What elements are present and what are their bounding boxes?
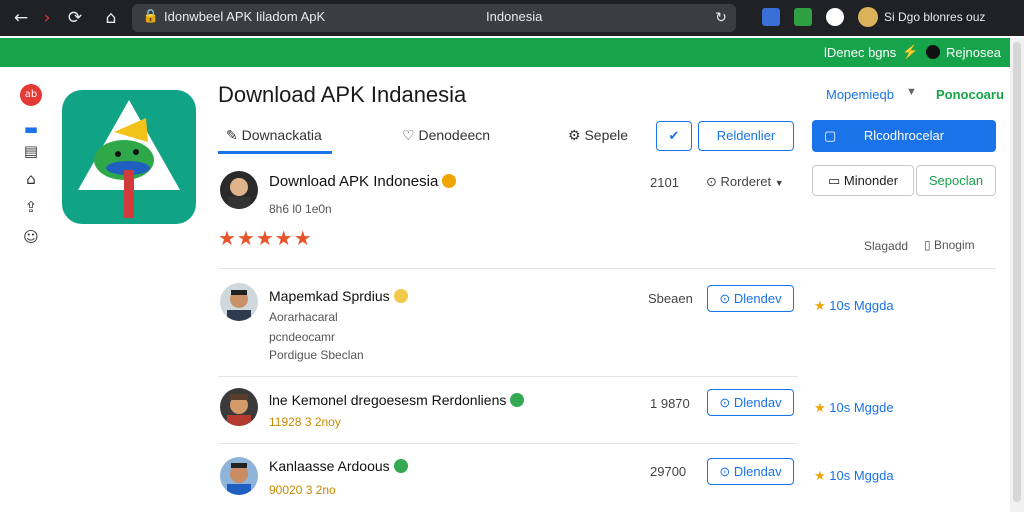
profile-name[interactable]: Si Dgo blonres ouz (884, 10, 985, 24)
upload-icon[interactable]: ⇪ (20, 196, 42, 218)
home-icon[interactable]: ⌂ (100, 7, 122, 29)
emoji-icon[interactable]: ☺ (20, 226, 42, 248)
mail-icon[interactable]: ▬ (20, 118, 42, 140)
row-count: Sbeaen (648, 291, 693, 306)
star-icon: ★ (814, 400, 826, 415)
star-icon: ★ (814, 298, 826, 313)
row-rating: ★ 10s Mggda (814, 298, 894, 313)
divider (218, 268, 996, 269)
home-icon[interactable]: ⌂ (20, 168, 42, 190)
avatar (220, 171, 258, 209)
chat-icon: ▭ (827, 173, 841, 188)
download-row-button[interactable]: ⊙ Dlendav (707, 389, 794, 416)
row-rating: ★ 10s Mggde (814, 400, 894, 415)
sort-select[interactable]: ⊙ Rorderet ▼ (706, 174, 784, 190)
refresh-icon[interactable]: ↻ (710, 7, 732, 29)
download-row-button[interactable]: ⊙ Dlendev (707, 285, 794, 312)
reload-icon[interactable]: ⟳ (64, 7, 86, 29)
clock-icon: ⊙ (706, 174, 717, 189)
badge-icon (393, 289, 408, 303)
header-green-link[interactable]: Ponocoaru (936, 87, 1004, 102)
check-badge-icon (393, 459, 408, 473)
download-icon: ⊙ (719, 291, 731, 306)
stat-left: Slagadd (864, 239, 909, 253)
avatar (220, 283, 258, 321)
check-icon: ✔ (668, 128, 680, 143)
smile-icon (442, 174, 457, 188)
row-sub: Aorarhacaral (269, 310, 338, 324)
download-button[interactable]: ▢ Rlcodhrocelar (812, 120, 996, 152)
row-sub: 11928 3 2noy (269, 415, 341, 429)
lock-icon: 🔒 (142, 9, 160, 24)
chevron-down-icon[interactable]: ▼ (906, 86, 917, 98)
language-select[interactable]: Mopemieqb (826, 87, 894, 102)
featured-count: 2101 (650, 175, 679, 190)
notification-bar: lDenec bgns ⚡ Rejnosea (0, 38, 1010, 67)
avatar (220, 388, 258, 426)
featured-title: Download APK Indonesia (269, 173, 457, 190)
row-count: 29700 (650, 464, 687, 479)
page-title: Download APK Indanesia (218, 82, 467, 107)
reload-button[interactable]: Reldenlier (698, 121, 794, 151)
verify-button[interactable]: ✔ (656, 121, 692, 151)
user-icon (926, 45, 940, 59)
message-icon: ▢ (824, 128, 837, 143)
download-icon: ⊙ (719, 464, 731, 479)
download-icon: ✎ (226, 127, 238, 143)
row-count: 1 9870 (650, 396, 690, 411)
row-rating: ★ 10s Mggda (814, 468, 894, 483)
tab-similar[interactable]: ⚙ Sepele (568, 127, 628, 144)
row-sub: 90020 3 2no (269, 483, 336, 497)
chevron-down-icon: ▼ (774, 178, 784, 188)
app-logo (62, 90, 196, 224)
row-title: Kanlaasse Ardoous (269, 458, 408, 474)
notification-text: lDenec bgns (824, 45, 897, 60)
back-icon[interactable]: ← (10, 7, 32, 29)
url-text[interactable]: Idonwbeel APK Iiladom ApK (164, 9, 325, 24)
download-row-button[interactable]: ⊙ Dlendav (707, 458, 794, 485)
tab-details[interactable]: ♡ Denodeecn (402, 127, 490, 144)
profile-avatar[interactable] (858, 7, 878, 27)
row-title: lne Kemonel dregoesesm Rerdonliens (269, 392, 525, 408)
doc-icon: ▯ (924, 238, 931, 252)
row-sub: pcndeocamr (269, 330, 336, 344)
comment-icon: ♡ (402, 127, 415, 143)
tab-title: Indonesia (486, 9, 543, 24)
extension-icon[interactable] (762, 8, 780, 26)
scrollbar-thumb[interactable] (1013, 42, 1021, 502)
special-button[interactable]: Sepoclan (916, 165, 996, 196)
divider (218, 376, 798, 377)
forward-icon[interactable]: › (36, 7, 58, 29)
browser-toolbar: ← › ⟳ ⌂ 🔒 Idonwbeel APK Iiladom ApK Indo… (0, 0, 1024, 36)
brand-icon[interactable]: ab (20, 84, 42, 106)
tab-download[interactable]: ✎ Downackatia (226, 127, 322, 144)
stat-right: ▯ Bnogim (924, 238, 975, 252)
settings-icon: ⚙ (568, 127, 581, 143)
row-sub: Pordigue Sbeclan (269, 348, 364, 362)
avatar (220, 457, 258, 495)
featured-meta: 8h6 l0 1e0n (269, 202, 332, 216)
notification-link[interactable]: Rejnosea (946, 45, 1001, 60)
star-icon: ★ (814, 468, 826, 483)
extension-icon[interactable] (826, 8, 844, 26)
download-icon: ⊙ (719, 395, 731, 410)
folder-icon[interactable]: ▤ (20, 140, 42, 162)
divider (218, 443, 798, 444)
rating-stars: ★★★★★ (218, 228, 313, 250)
monitor-button[interactable]: ▭ Minonder (812, 165, 914, 196)
bolt-icon: ⚡ (902, 44, 919, 59)
extension-icon[interactable] (794, 8, 812, 26)
check-badge-icon (510, 393, 525, 407)
row-title: Mapemkad Sprdius (269, 288, 408, 304)
active-tab-indicator (218, 151, 332, 154)
